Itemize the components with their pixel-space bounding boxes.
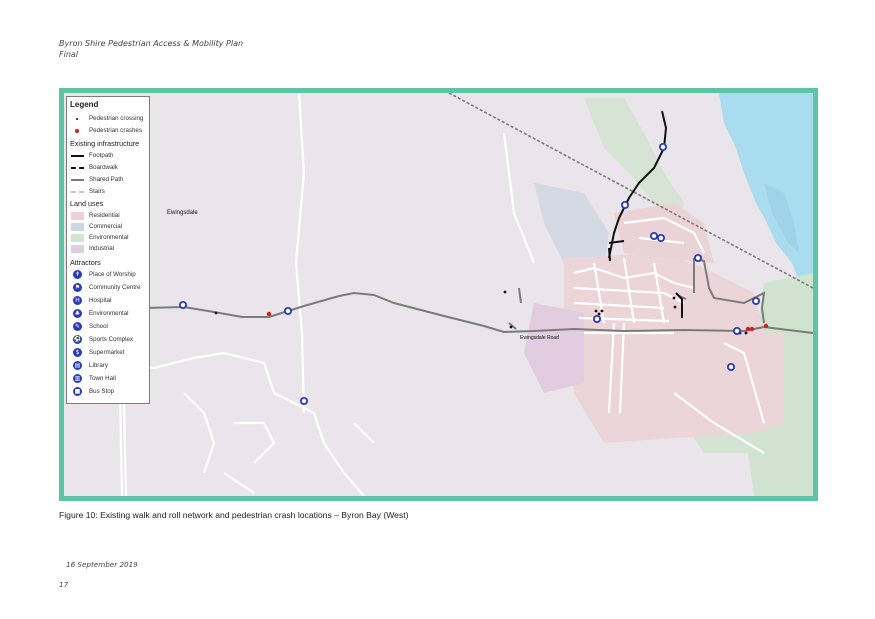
page-number: 17 — [59, 580, 69, 589]
legend-label: Residential — [89, 212, 120, 219]
legend-item-supermarket: $ Supermarket — [70, 347, 150, 359]
legend-item-town-hall: ▥ Town Hall — [70, 373, 150, 385]
ocean-area — [719, 93, 813, 293]
legend-label: Hospital — [89, 297, 112, 304]
legend-label: Industrial — [89, 245, 115, 252]
place-label-ewingsdale-road: Ewingsdale Road — [520, 335, 559, 341]
commercial-zone — [534, 183, 609, 268]
map-legend: Legend Pedestrian crossing Pedestrian cr… — [66, 96, 150, 404]
legend-item-sports-complex: ⚽ Sports Complex — [70, 334, 150, 346]
map-frame: Ewingsdale Ewingsdale Road Legend Pedest… — [59, 88, 818, 501]
library-icon: ▤ — [73, 361, 82, 370]
legend-label: School — [89, 323, 108, 330]
legend-item-library: ▤ Library — [70, 360, 150, 372]
sports-complex-icon: ⚽ — [73, 335, 82, 344]
community-centre-icon: ⚑ — [73, 283, 82, 292]
legend-label: Bus Stop — [89, 388, 115, 395]
legend-label: Place of Worship — [89, 271, 136, 278]
legend-label: Footpath — [89, 152, 114, 159]
bus-stop-icon: ■ — [73, 387, 82, 396]
legend-item-place-of-worship: ✝ Place of Worship — [70, 269, 150, 281]
legend-label: Stairs — [89, 188, 105, 195]
residential-zone-north — [614, 203, 714, 263]
map-canvas[interactable]: Ewingsdale Ewingsdale Road Legend Pedest… — [64, 93, 813, 496]
legend-item-hospital: H Hospital — [70, 295, 150, 307]
environmental-icon: ♣ — [73, 309, 82, 318]
legend-title: Legend — [70, 100, 99, 109]
place-of-worship-icon: ✝ — [73, 270, 82, 279]
legend-label: Environmental — [89, 310, 129, 317]
town-hall-icon: ▥ — [73, 374, 82, 383]
legend-label: Sports Complex — [89, 336, 134, 343]
legend-item-environmental-attractor: ♣ Environmental — [70, 308, 150, 320]
hospital-icon: H — [73, 296, 82, 305]
legend-item-footpath: Footpath — [70, 150, 150, 162]
legend-label: Supermarket — [89, 349, 125, 356]
legend-section-attractors: Attractors — [70, 258, 101, 267]
legend-section-land-uses: Land uses — [70, 199, 104, 208]
legend-label: Pedestrian crossing — [89, 115, 144, 122]
legend-item-school: ✎ School — [70, 321, 150, 333]
legend-label: Shared Path — [89, 176, 124, 183]
legend-item-stairs: Stairs — [70, 186, 150, 198]
header-title: Byron Shire Pedestrian Access & Mobility… — [59, 39, 244, 48]
legend-label: Library — [89, 362, 108, 369]
legend-item-shared-path: Shared Path — [70, 174, 150, 186]
header-status: Final — [59, 50, 79, 59]
legend-section-infrastructure: Existing infrastructure — [70, 139, 140, 148]
legend-label: Town Hall — [89, 375, 116, 382]
legend-label: Boardwalk — [89, 164, 118, 171]
legend-item-community-centre: ⚑ Community Centre — [70, 282, 150, 294]
school-icon: ✎ — [73, 322, 82, 331]
place-label-ewingsdale: Ewingsdale — [167, 210, 198, 216]
document-header: Byron Shire Pedestrian Access & Mobility… — [59, 38, 243, 60]
legend-item-pedestrian-crashes: Pedestrian crashes — [70, 125, 150, 137]
footer-date: 16 September 2019 — [66, 560, 138, 569]
map-graphics — [103, 93, 813, 496]
legend-label: Environmental — [89, 234, 129, 241]
figure-caption: Figure 10: Existing walk and roll networ… — [59, 510, 409, 520]
industrial-zone — [524, 303, 584, 393]
legend-item-boardwalk: Boardwalk — [70, 162, 150, 174]
legend-item-pedestrian-crossing: Pedestrian crossing — [70, 113, 150, 125]
legend-item-industrial: Industrial — [70, 243, 150, 255]
legend-label: Community Centre — [89, 284, 141, 291]
supermarket-icon: $ — [73, 348, 82, 357]
legend-item-bus-stop: ■ Bus Stop — [70, 386, 150, 398]
legend-label: Commercial — [89, 223, 123, 230]
legend-label: Pedestrian crashes — [89, 127, 142, 134]
